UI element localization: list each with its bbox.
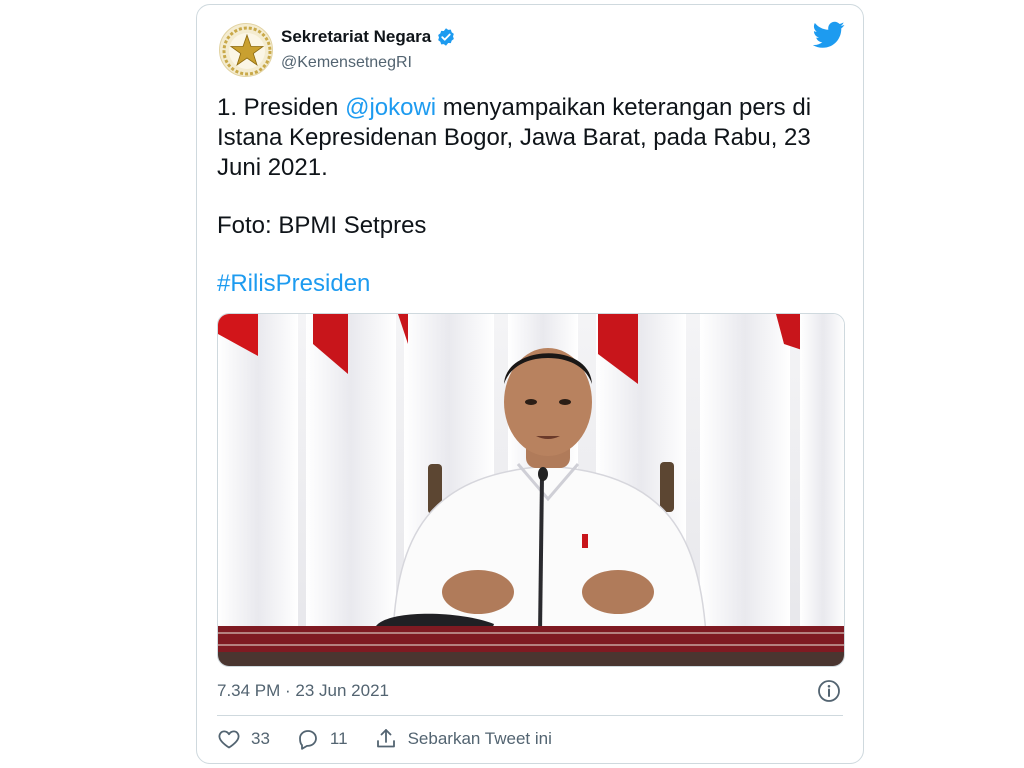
share-icon bbox=[376, 729, 395, 748]
action-bar: 33 11 Sebarkan Tweet ini bbox=[217, 727, 578, 751]
reply-icon bbox=[299, 730, 317, 750]
mention-link[interactable]: @jokowi bbox=[345, 94, 436, 121]
tweet-timestamp[interactable]: 7.34 PM · 23 Jun 2021 bbox=[217, 681, 389, 701]
account-name-row[interactable]: Sekretariat Negara bbox=[281, 27, 456, 47]
display-name[interactable]: Sekretariat Negara bbox=[281, 27, 431, 47]
tweet-text: 1. Presiden @jokowi menyampaikan keteran… bbox=[217, 93, 849, 299]
account-handle[interactable]: @KemensetnegRI bbox=[281, 54, 412, 72]
tweet-line-prefix: 1. Presiden bbox=[217, 94, 346, 121]
share-label: Sebarkan Tweet ini bbox=[407, 729, 552, 748]
press-conference-photo bbox=[218, 314, 844, 666]
heart-icon bbox=[218, 730, 240, 749]
emblem-icon bbox=[222, 26, 272, 76]
like-button[interactable]: 33 bbox=[217, 727, 270, 751]
tweet-card[interactable]: Sekretariat Negara @KemensetnegRI 1. Pre… bbox=[196, 4, 864, 764]
hashtag-link[interactable]: #RilisPresiden bbox=[217, 270, 370, 297]
verified-badge-icon bbox=[438, 28, 455, 46]
share-button[interactable]: Sebarkan Tweet ini bbox=[374, 727, 552, 751]
divider bbox=[217, 715, 843, 716]
reply-button[interactable]: 11 bbox=[296, 727, 348, 751]
photo-credit: Foto: BPMI Setpres bbox=[217, 212, 427, 239]
like-count: 33 bbox=[251, 729, 270, 748]
reply-count: 11 bbox=[329, 729, 348, 748]
tweet-photo[interactable] bbox=[217, 313, 845, 667]
tweet-body: 1. Presiden @jokowi menyampaikan keteran… bbox=[217, 93, 849, 183]
twitter-bird-icon[interactable] bbox=[813, 21, 845, 49]
avatar[interactable] bbox=[219, 23, 273, 77]
info-icon[interactable] bbox=[817, 679, 841, 703]
